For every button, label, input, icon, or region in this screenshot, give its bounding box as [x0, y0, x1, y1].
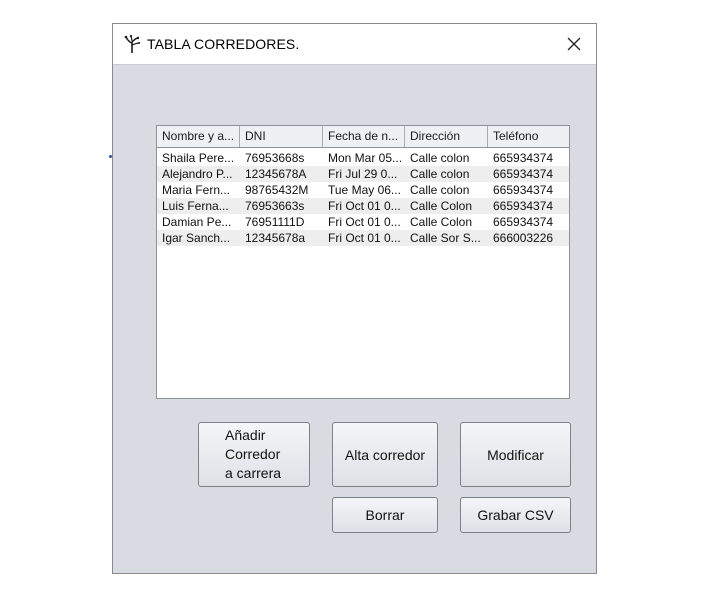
column-header-nombre[interactable]: Nombre y a...	[157, 126, 240, 147]
cell-fecha: Fri Oct 01 0...	[328, 215, 401, 229]
cell-fecha: Fri Oct 01 0...	[328, 231, 401, 245]
table-row[interactable]: Shaila Pere... 76953668s Mon Mar 05... C…	[157, 150, 569, 166]
cell-direccion: Calle Sor S...	[410, 231, 481, 245]
cell-direccion: Calle colon	[410, 183, 470, 197]
cell-dni: 98765432M	[245, 183, 309, 197]
table-header: Nombre y a... DNI Fecha de n... Direcció…	[157, 126, 569, 148]
cell-telefono: 666003226	[493, 231, 554, 245]
cell-nombre: Igar Sanch...	[162, 231, 231, 245]
cell-telefono: 665934374	[493, 151, 554, 165]
table-row[interactable]: Igar Sanch... 12345678a Fri Oct 01 0... …	[157, 230, 569, 246]
cell-nombre: Luis Ferna...	[162, 199, 229, 213]
table-row[interactable]: Damian Pe... 76951111D Fri Oct 01 0... C…	[157, 214, 569, 230]
cell-fecha: Tue May 06...	[328, 183, 401, 197]
cell-fecha: Fri Jul 29 0...	[328, 167, 398, 181]
tabla-corredores-window: TABLA CORREDORES. Nombre y a... DNI Fech…	[112, 23, 597, 574]
cell-direccion: Calle colon	[410, 151, 470, 165]
cell-telefono: 665934374	[493, 183, 554, 197]
add-to-race-button[interactable]: Añadir Corredor a carrera	[198, 422, 310, 487]
cell-nombre: Maria Fern...	[162, 183, 231, 197]
cell-direccion: Calle Colon	[410, 215, 473, 229]
cell-fecha: Fri Oct 01 0...	[328, 199, 401, 213]
cell-dni: 76951111D	[245, 215, 305, 229]
corredores-table[interactable]: Nombre y a... DNI Fecha de n... Direcció…	[156, 125, 570, 399]
close-icon	[567, 37, 581, 51]
delete-button[interactable]: Borrar	[332, 497, 438, 533]
cell-direccion: Calle Colon	[410, 199, 473, 213]
table-row[interactable]: Maria Fern... 98765432M Tue May 06... Ca…	[157, 182, 569, 198]
cell-telefono: 665934374	[493, 199, 554, 213]
column-header-telefono[interactable]: Teléfono	[488, 126, 569, 147]
cell-telefono: 665934374	[493, 167, 554, 181]
register-runner-button[interactable]: Alta corredor	[332, 422, 438, 487]
cell-fecha: Mon Mar 05...	[328, 151, 403, 165]
cell-nombre: Damian Pe...	[162, 215, 232, 229]
column-header-direccion[interactable]: Dirección	[405, 126, 488, 147]
cell-nombre: Alejandro P...	[162, 167, 233, 181]
title-bar[interactable]: TABLA CORREDORES.	[113, 24, 596, 65]
table-body: Shaila Pere... 76953668s Mon Mar 05... C…	[157, 148, 569, 246]
column-header-dni[interactable]: DNI	[240, 126, 323, 147]
column-header-fecha[interactable]: Fecha de n...	[323, 126, 405, 147]
window-title: TABLA CORREDORES.	[147, 36, 300, 52]
cell-dni: 12345678A	[245, 167, 307, 181]
cell-dni: 12345678a	[245, 231, 306, 245]
sprout-icon	[123, 34, 141, 54]
close-button[interactable]	[552, 24, 596, 64]
cell-direccion: Calle colon	[410, 167, 470, 181]
table-row[interactable]: Luis Ferna... 76953663s Fri Oct 01 0... …	[157, 198, 569, 214]
cell-dni: 76953663s	[245, 199, 305, 213]
cell-telefono: 665934374	[493, 215, 554, 229]
modify-button[interactable]: Modificar	[460, 422, 571, 487]
table-row[interactable]: Alejandro P... 12345678A Fri Jul 29 0...…	[157, 166, 569, 182]
cell-dni: 76953668s	[245, 151, 305, 165]
save-csv-button[interactable]: Grabar CSV	[460, 497, 571, 533]
cell-nombre: Shaila Pere...	[162, 151, 235, 165]
